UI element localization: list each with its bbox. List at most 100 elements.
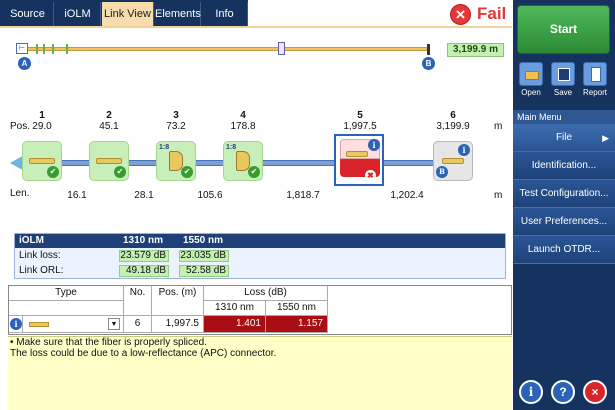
segment-length: 1,818.7 bbox=[286, 190, 320, 201]
connector-icon bbox=[29, 158, 55, 164]
info-icon[interactable]: i bbox=[458, 144, 470, 156]
event-table: Type No. Pos. (m) Loss (dB) 1310 nm 1550… bbox=[8, 285, 512, 335]
event-connector-2[interactable]: ✔ bbox=[89, 141, 129, 181]
open-label: Open bbox=[521, 88, 541, 97]
overview-event-tick bbox=[66, 44, 68, 54]
segment-length: 16.1 bbox=[67, 190, 87, 201]
type-select[interactable]: ▼ bbox=[23, 316, 124, 333]
menu-file-label: File bbox=[555, 132, 573, 143]
chevron-right-icon: ▶ bbox=[602, 133, 609, 143]
tab-link-view[interactable]: Link View bbox=[102, 2, 154, 26]
fiber-overview[interactable]: ⊢ A B bbox=[14, 40, 514, 70]
splitter-ratio: 1:8 bbox=[226, 144, 237, 151]
event-number: 4 bbox=[240, 110, 246, 121]
event-position: 1,997.5 bbox=[343, 121, 377, 132]
col-loss-1310: 1310 nm bbox=[204, 301, 266, 316]
recommendation-line: The loss could be due to a low-reflectan… bbox=[10, 348, 277, 359]
link-loss-1310: 23.579 dB bbox=[119, 250, 169, 262]
summary-title: iOLM bbox=[19, 235, 44, 246]
col-type-sub bbox=[9, 301, 124, 316]
marker-b[interactable]: B bbox=[422, 57, 435, 70]
row-position: 1,997.5 bbox=[152, 316, 204, 333]
event-number: 5 bbox=[357, 110, 363, 121]
menu-file[interactable]: File ▶ bbox=[513, 124, 615, 152]
link-view: 1 2 3 4 5 6 Pos. 29.0 45.1 73.2 178.8 1,… bbox=[0, 108, 512, 213]
fail-x-icon: ✖ bbox=[365, 170, 376, 181]
segment-length: 105.6 bbox=[197, 190, 223, 201]
total-length: 3,199.9 m bbox=[447, 43, 504, 57]
marker-b-icon: B bbox=[436, 166, 448, 178]
event-number: 6 bbox=[450, 110, 456, 121]
segment-length: 28.1 bbox=[134, 190, 154, 201]
col-loss: Loss (dB) bbox=[204, 286, 328, 301]
event-splitter-3[interactable]: 1:8 ✔ bbox=[156, 141, 196, 181]
summary-wavelength-2: 1550 nm bbox=[183, 235, 224, 246]
col-position: Pos. (m) bbox=[152, 286, 204, 316]
pass-check-icon: ✔ bbox=[248, 166, 260, 178]
menu-user-preferences[interactable]: User Preferences... bbox=[513, 208, 615, 236]
link-orl-1550: 52.58 dB bbox=[179, 265, 229, 277]
close-icon[interactable]: × bbox=[583, 380, 607, 404]
info-icon[interactable]: i bbox=[10, 318, 22, 330]
menu-launch-otdr[interactable]: Launch OTDR... bbox=[513, 236, 615, 264]
col-type: Type bbox=[9, 286, 124, 301]
menu-identification[interactable]: Identification... bbox=[513, 152, 615, 180]
report-label: Report bbox=[582, 88, 607, 97]
tab-elements[interactable]: Elements bbox=[155, 2, 201, 26]
tab-source[interactable]: Source bbox=[2, 2, 54, 26]
position-unit: m bbox=[494, 121, 503, 132]
summary-wavelength-1: 1310 nm bbox=[123, 235, 164, 246]
overview-event-tick bbox=[52, 44, 54, 54]
col-no: No. bbox=[124, 286, 152, 316]
event-connector-1[interactable]: ✔ bbox=[22, 141, 62, 181]
event-position: 73.2 bbox=[166, 121, 186, 132]
event-position: 29.0 bbox=[32, 121, 52, 132]
connector-icon bbox=[442, 158, 464, 164]
chevron-down-icon[interactable]: ▼ bbox=[108, 318, 120, 330]
recommendations-panel: • Make sure that the fiber is properly s… bbox=[8, 336, 512, 410]
tab-bar: Source iOLM Link View Elements Info bbox=[0, 0, 248, 26]
status-label: Fail bbox=[477, 4, 507, 23]
recommendation-line: • Make sure that the fiber is properly s… bbox=[10, 337, 207, 348]
main-menu-title: Main Menu bbox=[513, 110, 615, 124]
report-button[interactable]: Report bbox=[581, 62, 609, 97]
launch-icon: ⊢ bbox=[16, 43, 28, 54]
event-end-6[interactable]: i B bbox=[433, 141, 473, 181]
start-button[interactable]: Start bbox=[517, 5, 610, 54]
main-menu: Main Menu File ▶ Identification... Test … bbox=[513, 110, 615, 264]
tab-info[interactable]: Info bbox=[202, 2, 248, 26]
help-icon[interactable]: ? bbox=[551, 380, 575, 404]
info-icon[interactable]: i bbox=[368, 139, 380, 151]
link-loss-row: Link loss: 23.579 dB 23.035 dB bbox=[15, 249, 505, 263]
row-loss-1550: 1.157 bbox=[266, 316, 328, 333]
connector-icon bbox=[96, 158, 122, 164]
marker-a[interactable]: A bbox=[18, 57, 31, 70]
pass-check-icon: ✔ bbox=[114, 166, 126, 178]
row-loss-1310: 1.401 bbox=[204, 316, 266, 333]
folder-open-icon bbox=[519, 62, 543, 86]
event-number: 3 bbox=[173, 110, 179, 121]
overview-event-tick bbox=[43, 44, 45, 54]
save-button[interactable]: Save bbox=[549, 62, 577, 97]
event-position: 3,199.9 bbox=[436, 121, 470, 132]
event-number: 1 bbox=[39, 110, 45, 121]
open-button[interactable]: Open bbox=[517, 62, 545, 97]
link-loss-label: Link loss: bbox=[19, 250, 61, 261]
event-connector-5-selected[interactable]: ✖ i bbox=[334, 134, 384, 186]
row-info-cell: i bbox=[9, 316, 23, 333]
summary-header: iOLM 1310 nm 1550 nm bbox=[15, 234, 505, 248]
link-orl-1310: 49.18 dB bbox=[119, 265, 169, 277]
fail-x-icon: × bbox=[450, 3, 471, 25]
col-loss-1550: 1550 nm bbox=[266, 301, 328, 316]
info-icon[interactable]: i bbox=[519, 380, 543, 404]
tab-iolm[interactable]: iOLM bbox=[55, 2, 101, 26]
pass-check-icon: ✔ bbox=[47, 166, 59, 178]
save-icon bbox=[551, 62, 575, 86]
report-icon bbox=[583, 62, 607, 86]
event-number: 2 bbox=[106, 110, 112, 121]
link-orl-row: Link ORL: 49.18 dB 52.58 dB bbox=[15, 264, 505, 278]
event-splitter-4[interactable]: 1:8 ✔ bbox=[223, 141, 263, 181]
splitter-ratio: 1:8 bbox=[159, 144, 170, 151]
connector-icon bbox=[346, 151, 368, 157]
menu-test-configuration[interactable]: Test Configuration... bbox=[513, 180, 615, 208]
